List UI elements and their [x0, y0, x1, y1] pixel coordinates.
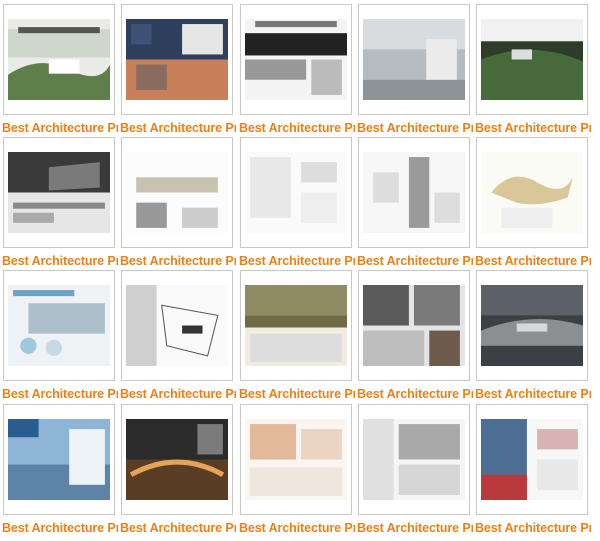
- thumbnail-image[interactable]: [240, 404, 352, 515]
- thumbnail-image[interactable]: [3, 137, 115, 248]
- thumbnail-caption-link[interactable]: Best Architecture Pr...: [239, 121, 355, 135]
- thumbnail-caption-link[interactable]: Best Architecture Pr...: [357, 254, 473, 268]
- thumbnail-image[interactable]: [358, 4, 470, 115]
- thumbnail-caption-link[interactable]: Best Architecture Pr...: [239, 521, 355, 535]
- thumbnail-image[interactable]: [476, 270, 588, 381]
- poster-preview: [245, 152, 347, 233]
- thumbnail-caption-link[interactable]: Best Architecture Pr...: [475, 521, 591, 535]
- thumbnail-image[interactable]: [476, 4, 588, 115]
- poster-preview: [8, 419, 110, 500]
- thumbnail-image[interactable]: [121, 137, 233, 248]
- poster-preview: [481, 19, 583, 100]
- thumbnail-image[interactable]: [358, 137, 470, 248]
- thumbnail-caption-link[interactable]: Best Architecture Pr...: [2, 254, 118, 268]
- thumbnail-caption-link[interactable]: Best Architecture Pr...: [475, 254, 591, 268]
- thumbnail-image[interactable]: [121, 4, 233, 115]
- poster-preview: [481, 419, 583, 500]
- poster-preview: [126, 19, 228, 100]
- poster-preview: [363, 152, 465, 233]
- thumbnail-caption-link[interactable]: Best Architecture Pr...: [357, 387, 473, 401]
- poster-preview: [363, 285, 465, 366]
- thumbnail-caption-link[interactable]: Best Architecture Pr...: [357, 521, 473, 535]
- thumbnail-caption-link[interactable]: Best Architecture Pr...: [120, 521, 236, 535]
- poster-preview: [126, 152, 228, 233]
- poster-preview: [363, 419, 465, 500]
- thumbnail-caption-link[interactable]: Best Architecture Pr...: [120, 121, 236, 135]
- thumbnail-image[interactable]: [240, 137, 352, 248]
- thumbnail-grid: Best Architecture Pr... Best Architecture…: [0, 0, 600, 541]
- thumbnail-caption-link[interactable]: Best Architecture Pr...: [120, 387, 236, 401]
- poster-preview: [245, 285, 347, 366]
- poster-preview: [126, 285, 228, 366]
- thumbnail-image[interactable]: [358, 270, 470, 381]
- thumbnail-image[interactable]: [358, 404, 470, 515]
- poster-preview: [8, 285, 110, 366]
- thumbnail-image[interactable]: [3, 404, 115, 515]
- thumbnail-image[interactable]: [3, 270, 115, 381]
- thumbnail-caption-link[interactable]: Best Architecture Pr...: [2, 521, 118, 535]
- thumbnail-caption-link[interactable]: Best Architecture Pr...: [475, 387, 591, 401]
- thumbnail-caption-link[interactable]: Best Architecture Pr...: [2, 387, 118, 401]
- thumbnail-image[interactable]: [476, 137, 588, 248]
- thumbnail-caption-link[interactable]: Best Architecture Pr...: [357, 121, 473, 135]
- thumbnail-caption-link[interactable]: Best Architecture Pr...: [239, 254, 355, 268]
- poster-preview: [8, 152, 110, 233]
- thumbnail-image[interactable]: [240, 4, 352, 115]
- poster-preview: [481, 152, 583, 233]
- thumbnail-image[interactable]: [240, 270, 352, 381]
- poster-preview: [126, 419, 228, 500]
- thumbnail-caption-link[interactable]: Best Architecture Pr...: [2, 121, 118, 135]
- poster-preview: [481, 285, 583, 366]
- thumbnail-image[interactable]: [476, 404, 588, 515]
- thumbnail-image[interactable]: [3, 4, 115, 115]
- thumbnail-caption-link[interactable]: Best Architecture Pr...: [239, 387, 355, 401]
- thumbnail-caption-link[interactable]: Best Architecture Pr...: [120, 254, 236, 268]
- thumbnail-image[interactable]: [121, 404, 233, 515]
- poster-preview: [8, 19, 110, 100]
- thumbnail-caption-link[interactable]: Best Architecture Pr...: [475, 121, 591, 135]
- poster-preview: [363, 19, 465, 100]
- poster-preview: [245, 19, 347, 100]
- poster-preview: [245, 419, 347, 500]
- thumbnail-image[interactable]: [121, 270, 233, 381]
